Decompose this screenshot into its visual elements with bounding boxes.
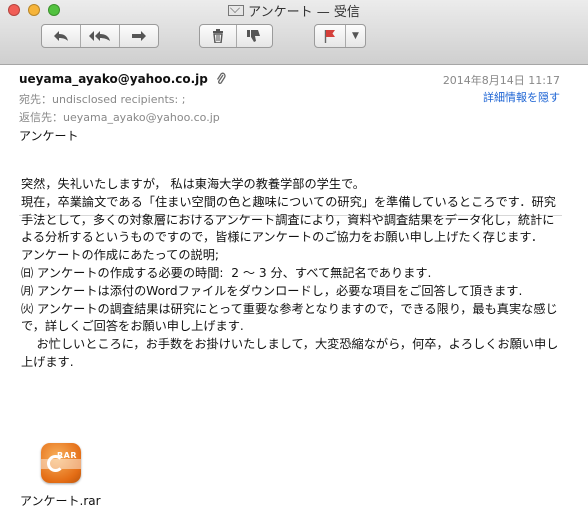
- window-title: アンケート — 受信: [0, 1, 588, 20]
- rar-archive-icon[interactable]: RAR: [41, 443, 81, 483]
- flag-icon: [324, 30, 335, 43]
- to-field: 宛先：undisclosed recipients: ;: [19, 91, 185, 107]
- attachment-filename[interactable]: アンケート.rar: [20, 492, 101, 509]
- to-value: undisclosed recipients: ;: [52, 93, 186, 106]
- flag-menu-button[interactable]: ▼: [345, 25, 365, 47]
- reply-icon: [54, 31, 68, 41]
- sender-address[interactable]: ueyama_ayako@yahoo.co.jp: [19, 72, 208, 86]
- message-subject: アンケート: [19, 129, 79, 143]
- reply-button[interactable]: [42, 25, 80, 47]
- mail-window: アンケート — 受信 ▼ ueyama_ayako@yahoo.co.jp 20…: [0, 0, 588, 530]
- to-label: 宛先：: [19, 93, 52, 106]
- reply-all-icon: [89, 31, 110, 41]
- reply-to-field: 返信先：ueyama_ayako@yahoo.co.jp: [19, 109, 220, 125]
- chevron-down-icon: ▼: [352, 31, 359, 41]
- reply-to-value[interactable]: ueyama_ayako@yahoo.co.jp: [63, 111, 220, 124]
- thumbs-down-icon: [247, 30, 261, 42]
- reply-all-button[interactable]: [80, 25, 119, 47]
- delete-junk-group: [199, 24, 273, 48]
- reply-to-label: 返信先：: [19, 111, 63, 124]
- junk-button[interactable]: [235, 25, 273, 47]
- paperclip-icon: [216, 71, 226, 88]
- flag-group: ▼: [314, 24, 366, 48]
- reply-button-group: [41, 24, 159, 48]
- window-title-text: アンケート — 受信: [248, 5, 360, 20]
- forward-button[interactable]: [119, 25, 158, 47]
- rar-icon-label: RAR: [57, 451, 78, 460]
- hide-details-link[interactable]: 詳細情報を隠す: [483, 89, 560, 105]
- message-date: 2014年8月14日 11:17: [442, 74, 560, 87]
- delete-button[interactable]: [200, 25, 236, 47]
- title-toolbar: アンケート — 受信 ▼: [0, 0, 588, 65]
- envelope-icon: [228, 5, 245, 16]
- flag-button[interactable]: [315, 25, 345, 47]
- forward-icon: [132, 31, 146, 41]
- message-body: 突然，失礼いたしますが， 私は東海大学の教養学部の学生で。 現在，卒業論文である…: [21, 177, 559, 369]
- trash-icon: [212, 29, 223, 43]
